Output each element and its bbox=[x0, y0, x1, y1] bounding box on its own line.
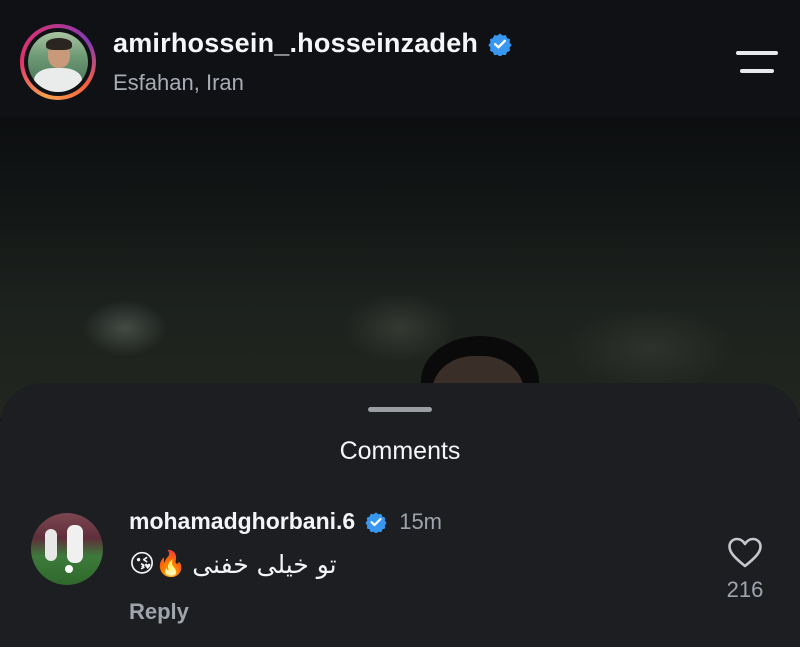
reply-button[interactable]: Reply bbox=[129, 599, 189, 625]
post-header: amirhossein_.hosseinzadeh Esfahan, Iran bbox=[0, 0, 800, 118]
hamburger-menu-icon[interactable] bbox=[736, 51, 778, 75]
comments-sheet: Comments mohamadghorbani.6 15m 😘🔥 تو خیل… bbox=[0, 383, 800, 647]
like-count: 216 bbox=[726, 577, 764, 602]
heart-outline-icon[interactable] bbox=[727, 537, 763, 569]
comment-text: تو خیلی خفنی bbox=[192, 549, 337, 579]
profile-avatar-story-ring[interactable] bbox=[20, 24, 96, 100]
profile-avatar bbox=[28, 32, 88, 92]
comment-header: mohamadghorbani.6 15m bbox=[129, 508, 442, 535]
comment-timestamp: 15m bbox=[399, 508, 442, 534]
commenter-avatar[interactable] bbox=[31, 513, 103, 585]
verified-badge-icon bbox=[488, 32, 512, 57]
commenter-username[interactable]: mohamadghorbani.6 bbox=[129, 508, 355, 535]
post-location[interactable]: Esfahan, Iran bbox=[113, 70, 244, 96]
sheet-drag-handle[interactable] bbox=[368, 407, 432, 412]
username-row: amirhossein_.hosseinzadeh bbox=[113, 28, 512, 59]
verified-badge-icon bbox=[365, 511, 387, 534]
post-username[interactable]: amirhossein_.hosseinzadeh bbox=[113, 28, 478, 59]
post-image bbox=[0, 118, 800, 418]
comment-body: 😘🔥 تو خیلی خفنی bbox=[129, 549, 337, 579]
comments-title: Comments bbox=[339, 437, 461, 465]
comment-emojis: 😘🔥 bbox=[129, 550, 187, 578]
